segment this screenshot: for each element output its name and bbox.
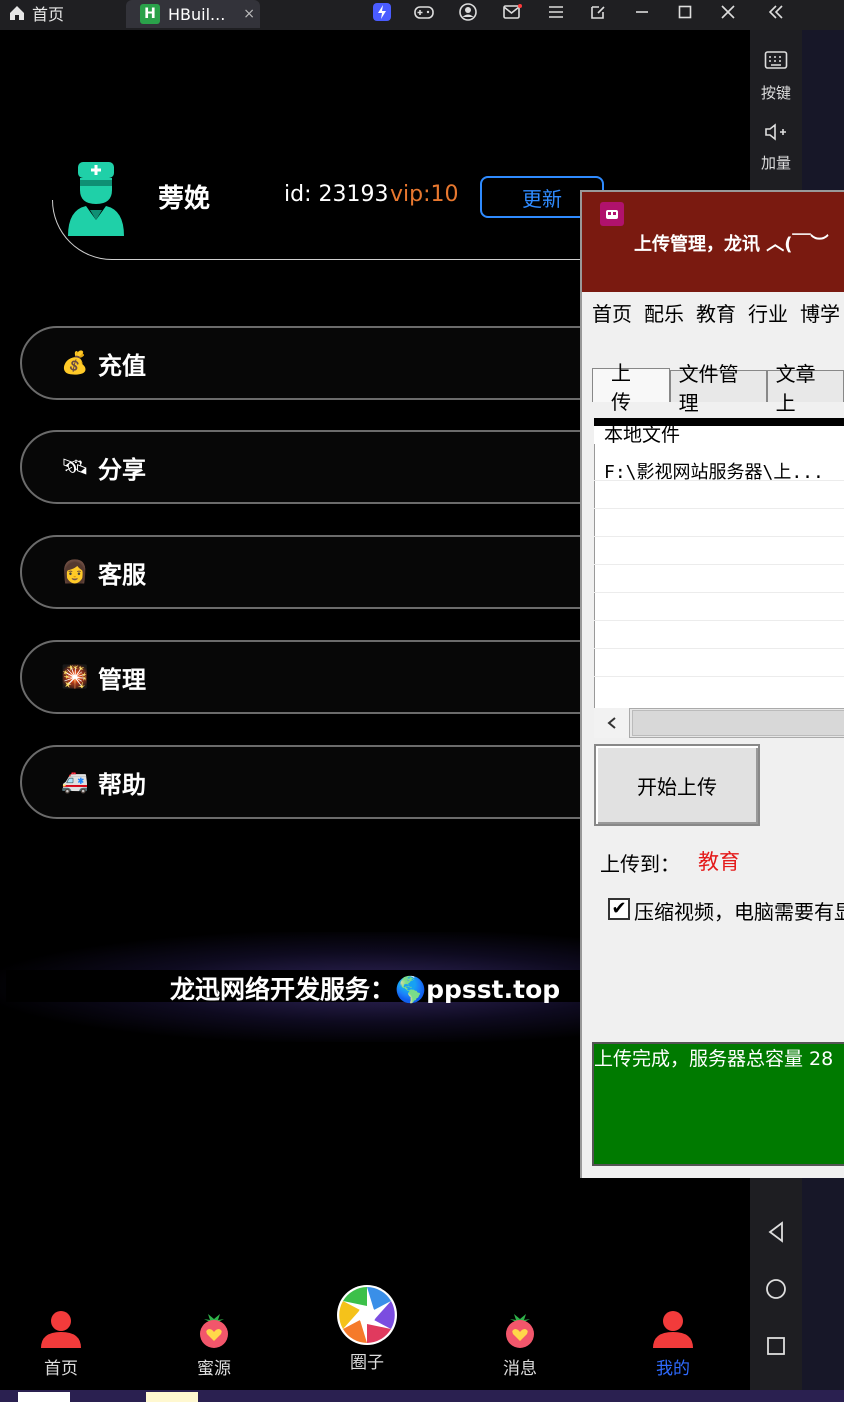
volume-up-label: 加量: [760, 154, 791, 172]
nurse-avatar-icon: [64, 160, 128, 236]
keyboard-icon: [764, 51, 788, 69]
ambulance-icon: 🚑: [61, 769, 89, 795]
tab-file-manage[interactable]: 文件管理: [669, 362, 767, 415]
tabbar-label: 我的: [656, 1359, 690, 1379]
satellite-icon: 🛰: [61, 454, 89, 480]
taskbar-thumb: [18, 1392, 70, 1402]
service-banner-text[interactable]: 龙迅网络开发服务：🌎ppsst.top: [170, 970, 560, 1006]
back-triangle-icon: [768, 1221, 783, 1243]
window-title: 上传管理，龙讯 ︿(￣︶: [634, 234, 829, 255]
window-menu-item[interactable]: 首页: [592, 302, 632, 326]
table-row: [594, 538, 844, 565]
file-path: F:\影视网站服务器\上...: [604, 462, 824, 483]
scroll-left-icon[interactable]: [594, 708, 630, 738]
sparkler-icon: 🎇: [61, 664, 89, 690]
user-id: id: 23193: [284, 182, 389, 207]
money-bag-icon: 💰: [61, 350, 89, 376]
back-nav-button[interactable]: [750, 1220, 802, 1248]
table-row: [594, 594, 844, 621]
start-upload-button[interactable]: 开始上传: [594, 744, 760, 826]
tabbar-label: 消息: [503, 1359, 537, 1379]
recents-square-icon: [767, 1337, 785, 1355]
menu-icon[interactable]: [544, 0, 568, 24]
gamepad-icon[interactable]: [412, 0, 436, 24]
tab-article[interactable]: 文章上: [766, 362, 844, 415]
app-robot-icon: [600, 202, 624, 226]
tabbar-circle[interactable]: 圈子: [327, 1284, 407, 1373]
window-menu-item[interactable]: 博学: [800, 302, 840, 326]
menu-item-label: 管理: [98, 665, 146, 694]
window-menu-item[interactable]: 教育: [696, 302, 736, 326]
compress-video-label: 压缩视频，电脑需要有显: [634, 900, 844, 924]
tab-hbuilder-label: HBuil...: [168, 4, 226, 24]
tabbar-label: 首页: [44, 1359, 78, 1379]
tab-close-icon[interactable]: ×: [243, 6, 255, 22]
status-log-text: 上传完成，服务器总容量 28: [594, 1048, 834, 1070]
recents-nav-button[interactable]: [750, 1336, 802, 1360]
collapse-icon[interactable]: [764, 0, 788, 24]
table-row: [594, 566, 844, 593]
compress-video-checkbox[interactable]: ✔: [608, 898, 630, 920]
user-circle-icon[interactable]: [456, 0, 480, 24]
maximize-icon[interactable]: [673, 0, 697, 24]
hbuilder-logo-icon: H: [140, 4, 160, 24]
upload-to-label: 上传到：: [600, 852, 680, 876]
menu-item-label: 客服: [98, 560, 146, 589]
tab-hbuilder[interactable]: H HBuil... ×: [126, 0, 260, 28]
aperture-icon: [337, 1285, 397, 1345]
tab-home-label: 首页: [32, 5, 65, 24]
file-list-header: 本地文件: [594, 418, 844, 445]
window-tabs: 上传 文件管理 文章上: [592, 361, 844, 415]
menu-item-label: 帮助: [98, 770, 146, 799]
person-icon: [41, 1311, 81, 1348]
woman-icon: 👩: [61, 559, 89, 585]
taskbar-thumb: [146, 1392, 198, 1402]
upload-to-value[interactable]: 教育: [698, 846, 740, 876]
table-row: [594, 622, 844, 649]
window-menu-item[interactable]: 配乐: [644, 302, 684, 326]
external-icon[interactable]: [586, 0, 610, 24]
minimize-icon[interactable]: [630, 0, 654, 24]
close-icon[interactable]: [716, 0, 740, 24]
table-row: [594, 510, 844, 537]
strawberry-heart-icon: [506, 1314, 534, 1348]
user-name: 蒡娩: [158, 184, 211, 214]
tabbar-home[interactable]: 首页: [21, 1310, 101, 1379]
volume-up-icon: [765, 123, 786, 141]
tab-home[interactable]: 首页: [8, 0, 64, 26]
vip-level: vip:10: [390, 182, 459, 207]
tab-upload[interactable]: 上传: [592, 361, 670, 414]
volume-up-button[interactable]: 加量: [750, 122, 802, 173]
keys-button[interactable]: 按键: [750, 50, 802, 103]
tabbar-messages[interactable]: 消息: [480, 1310, 560, 1379]
table-row: [594, 482, 844, 509]
taskbar-strip: [0, 1390, 844, 1402]
tabbar-mine[interactable]: 我的: [633, 1310, 713, 1379]
table-row: [594, 650, 844, 677]
tabbar-honey[interactable]: 蜜源: [174, 1310, 254, 1379]
window-menubar: 首页 配乐 教育 行业 博学: [592, 298, 844, 327]
window-menu-item[interactable]: 行业: [748, 302, 788, 326]
scrollbar-thumb[interactable]: [632, 710, 844, 736]
strawberry-heart-icon: [200, 1314, 228, 1348]
mail-icon[interactable]: [500, 0, 524, 24]
lightning-icon[interactable]: [370, 0, 394, 24]
tabbar-label: 蜜源: [197, 1359, 231, 1379]
menu-item-label: 充值: [98, 351, 146, 380]
home-circle-icon: [766, 1279, 786, 1299]
home-nav-button[interactable]: [750, 1278, 802, 1304]
home-icon: [10, 6, 24, 20]
upload-manager-window: 上传管理，龙讯 ︿(￣︶ 首页 配乐 教育 行业 博学 上传 文件管理 文章上 本地文件…: [580, 190, 844, 1178]
tabbar-label: 圈子: [350, 1353, 384, 1373]
menu-item-label: 分享: [98, 455, 146, 484]
keys-label: 按键: [760, 84, 791, 102]
person-icon: [653, 1311, 693, 1348]
